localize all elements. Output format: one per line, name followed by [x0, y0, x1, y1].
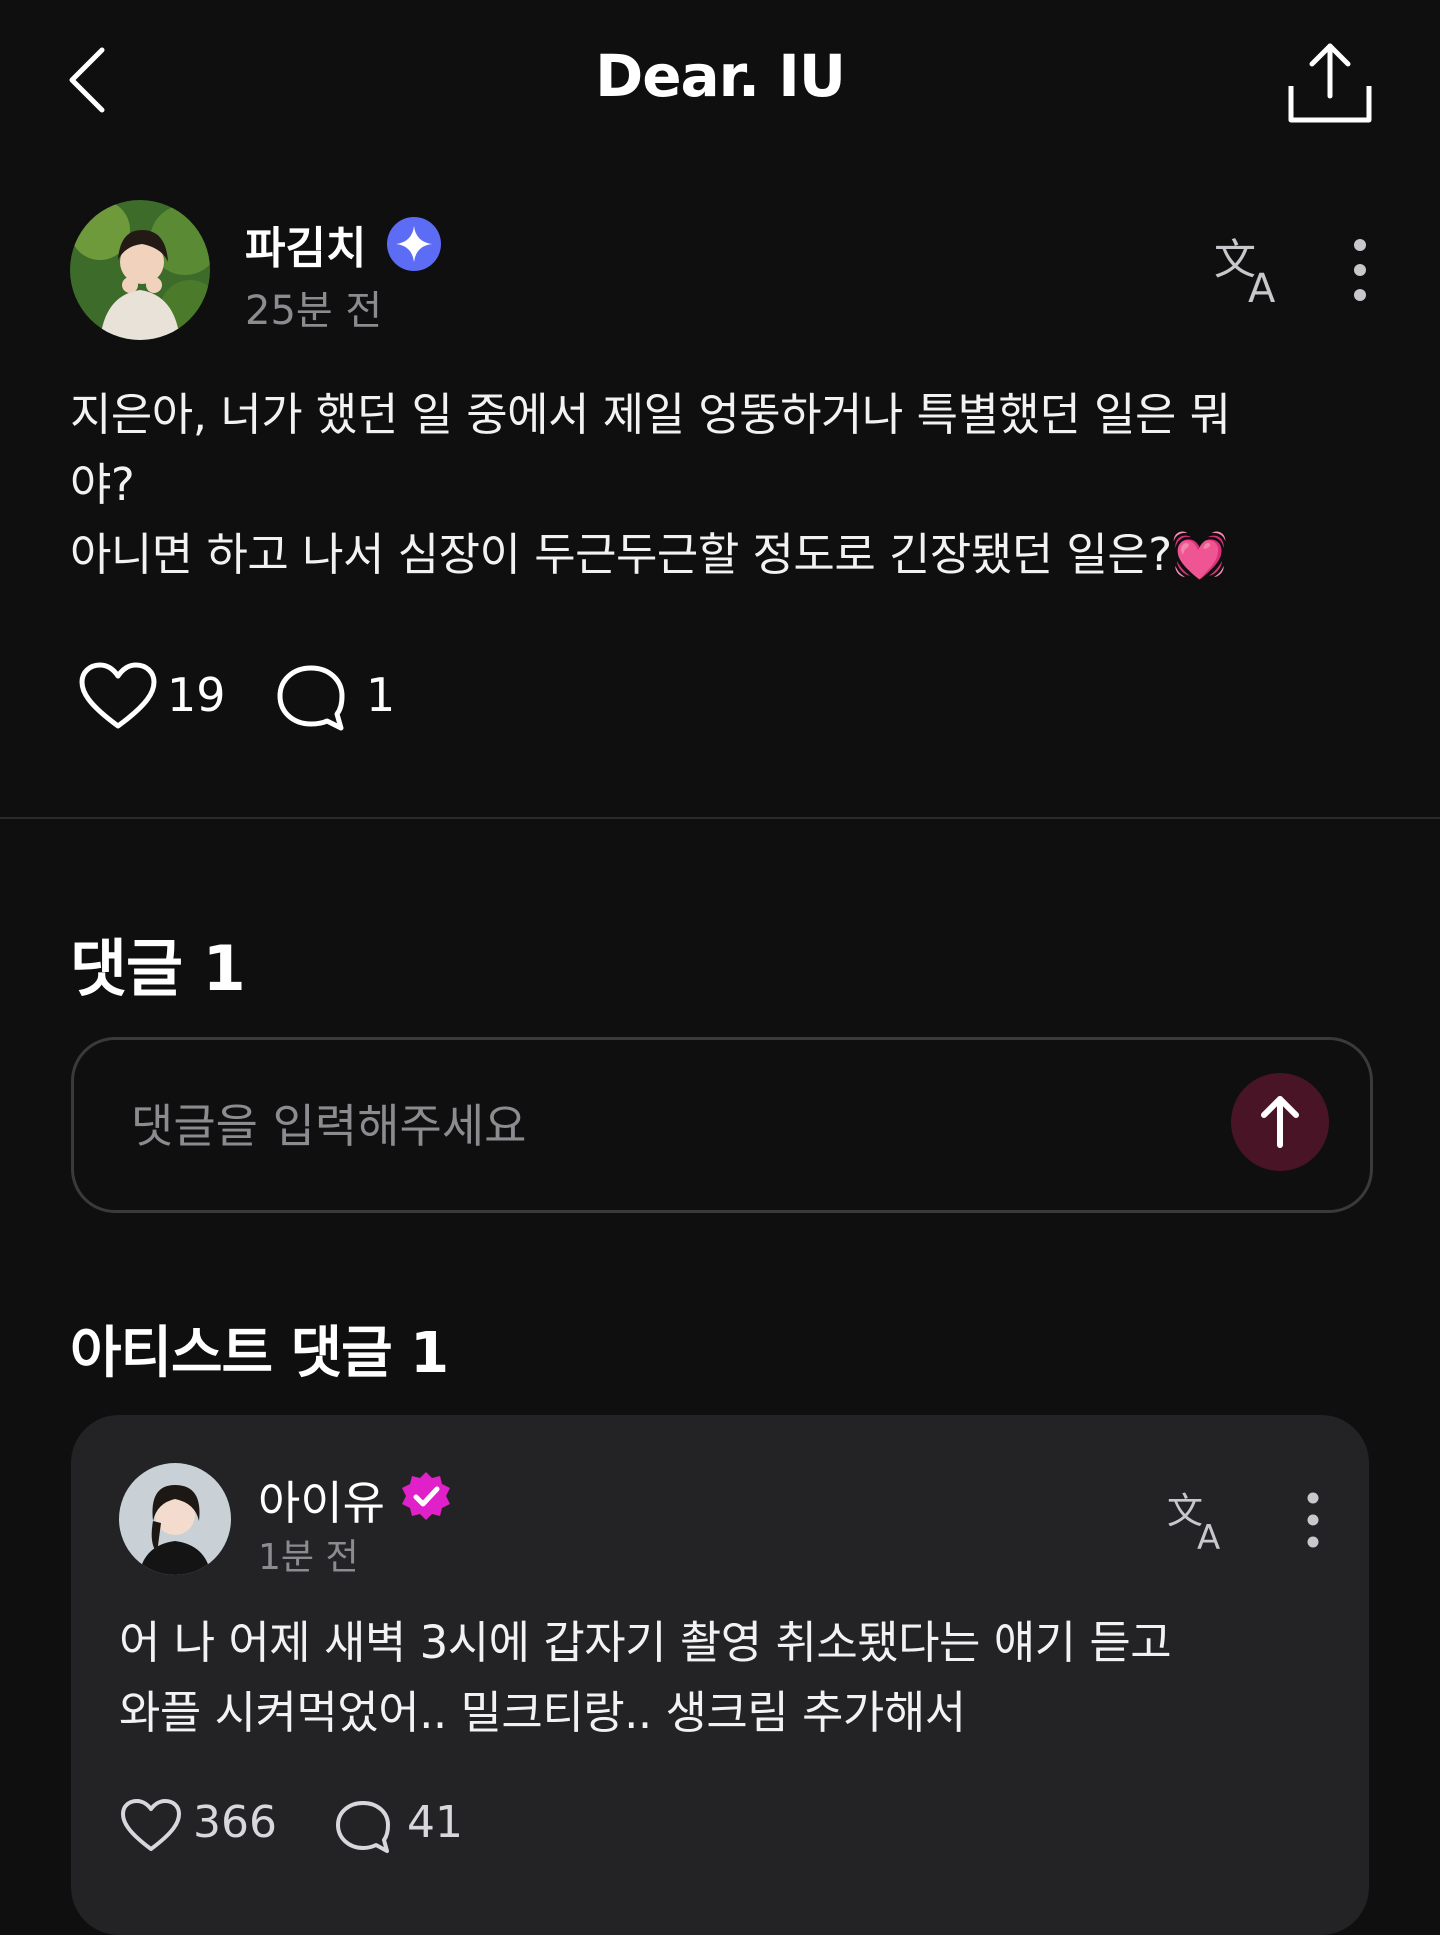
- heart-icon: [121, 1799, 181, 1851]
- translate-icon: 文 A: [1167, 1491, 1220, 1555]
- comment-input[interactable]: [129, 1040, 1183, 1212]
- post-timestamp: 25분 전: [245, 288, 383, 334]
- artist-comments-heading: 아티스트 댓글 1: [70, 1321, 449, 1386]
- comments-heading: 댓글 1: [70, 932, 246, 1005]
- share-button[interactable]: [1285, 38, 1375, 128]
- artist-translate-button[interactable]: 文 A: [1165, 1485, 1235, 1555]
- artist-like-button[interactable]: [120, 1798, 182, 1856]
- avatar-photo: [119, 1463, 231, 1575]
- post-body-line: 야?: [70, 458, 135, 511]
- artist-like-count: 366: [193, 1797, 277, 1848]
- more-vertical-icon: [1307, 1492, 1319, 1548]
- share-icon: [1288, 43, 1372, 123]
- page-title: Dear. IU: [595, 42, 846, 110]
- comment-bubble-icon: [277, 665, 345, 731]
- translate-button[interactable]: 文 A: [1212, 230, 1292, 310]
- author-avatar[interactable]: [70, 200, 210, 340]
- post-body-line: 아니면 하고 나서 심장이 두근두근할 정도로 긴장됐던 일은?💓: [70, 528, 1228, 581]
- post-body-line: 지은아, 너가 했던 일 중에서 제일 엉뚱하거나 특별했던 일은 뭐: [70, 388, 1231, 441]
- svg-text:A: A: [1248, 266, 1276, 310]
- like-button[interactable]: [78, 662, 168, 742]
- artist-more-options-button[interactable]: [1295, 1488, 1331, 1552]
- send-comment-button[interactable]: [1231, 1073, 1329, 1171]
- comment-input-box: [71, 1037, 1373, 1213]
- section-divider: [0, 817, 1440, 819]
- post-body: 지은아, 너가 했던 일 중에서 제일 엉뚱하거나 특별했던 일은 뭐 야? 아…: [70, 380, 1370, 590]
- like-count: 19: [167, 668, 226, 722]
- artist-comment-line: 어 나 어제 새벽 3시에 갑자기 촬영 취소됐다는 얘기 듣고: [119, 1616, 1172, 1669]
- heart-icon: [79, 662, 157, 729]
- translate-icon: 文 A: [1214, 235, 1276, 310]
- artist-name[interactable]: 아이유: [258, 1467, 385, 1533]
- artist-verified-badge-icon: [400, 1470, 452, 1522]
- comment-count: 1: [366, 668, 396, 722]
- artist-comment-timestamp: 1분 전: [258, 1537, 359, 1578]
- artist-comment-body: 어 나 어제 새벽 3시에 갑자기 촬영 취소됐다는 얘기 듣고 와플 시켜먹었…: [119, 1608, 1319, 1748]
- artist-avatar[interactable]: [119, 1463, 231, 1575]
- comment-button[interactable]: [275, 662, 355, 742]
- avatar-photo: [70, 200, 210, 340]
- author-name[interactable]: 파김치: [245, 212, 366, 276]
- comment-bubble-icon: [336, 1801, 390, 1853]
- svg-text:A: A: [1197, 1518, 1220, 1555]
- arrow-up-icon: [1261, 1096, 1299, 1148]
- artist-comment-line: 와플 시켜먹었어.. 밀크티랑.. 생크림 추가해서: [119, 1686, 966, 1739]
- artist-comment-count: 41: [407, 1797, 463, 1848]
- artist-reply-button[interactable]: [334, 1798, 392, 1856]
- more-options-button[interactable]: [1340, 235, 1380, 305]
- verified-badge-icon: [385, 215, 443, 273]
- more-vertical-icon: [1354, 239, 1366, 301]
